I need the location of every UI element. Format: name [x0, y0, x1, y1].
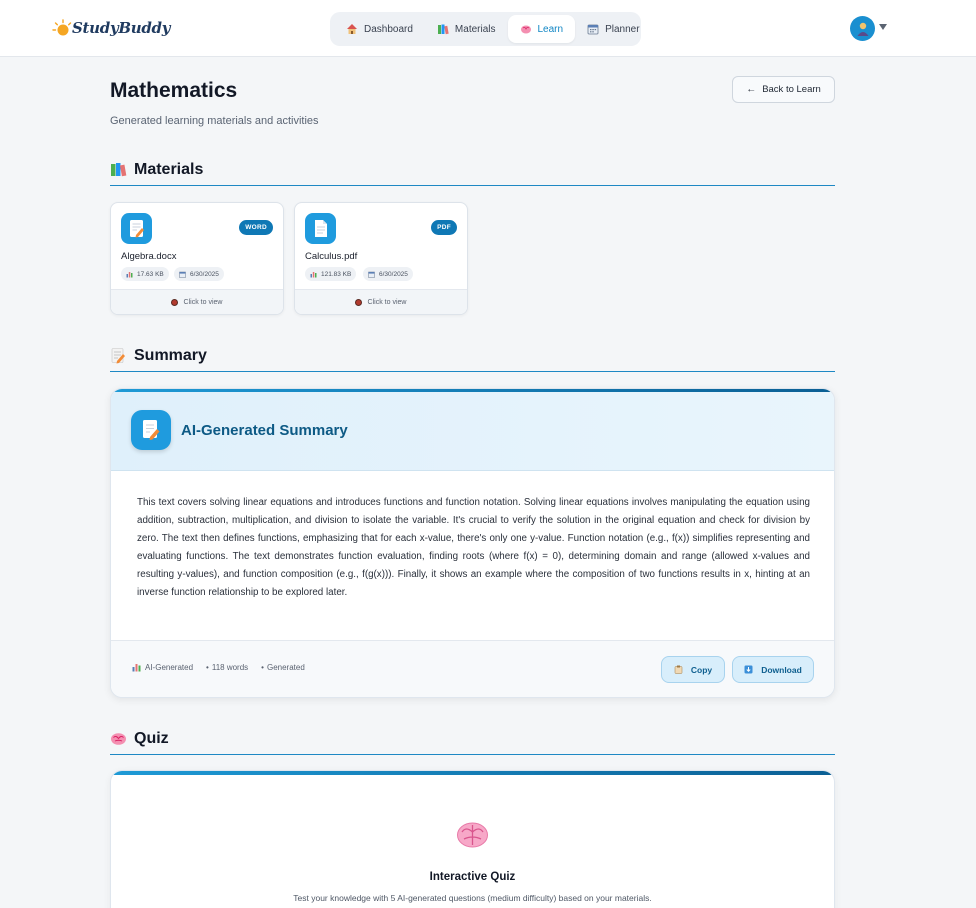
- bullet: •: [206, 663, 209, 672]
- brand-name: StudyBuddy: [72, 19, 171, 37]
- file-size: 17.63 KB: [137, 270, 164, 278]
- user-avatar[interactable]: [850, 16, 875, 41]
- memo-icon: [111, 348, 125, 364]
- nav-label: Planner: [605, 23, 640, 35]
- summary-card-footer: AI-Generated • 118 words • Generated Cop…: [111, 640, 834, 697]
- back-button-label: Back to Learn: [762, 84, 821, 95]
- document-icon: [305, 213, 336, 244]
- file-name: Algebra.docx: [121, 251, 177, 262]
- section-title: Materials: [134, 160, 204, 178]
- user-icon: [857, 22, 868, 36]
- material-card[interactable]: WORD Algebra.docx 17.63 KB 6/30/2025 Cli…: [110, 202, 284, 315]
- calendar-icon: [368, 271, 375, 278]
- quiz-description: Test your knowledge with 5 AI-generated …: [293, 893, 652, 903]
- nav-label: Dashboard: [364, 23, 413, 35]
- back-to-learn-button[interactable]: ← Back to Learn: [732, 76, 835, 103]
- nav-label: Materials: [454, 23, 496, 35]
- summary-text: This text covers solving linear equation…: [137, 497, 810, 598]
- brain-icon: [111, 733, 126, 745]
- chevron-down-icon[interactable]: [879, 24, 887, 30]
- studybuddy-logo[interactable]: StudyBuddy: [50, 14, 170, 42]
- bar-chart-icon: [132, 664, 141, 672]
- quiz-card: Interactive Quiz Test your knowledge wit…: [110, 770, 835, 908]
- main-nav: Dashboard Materials Learn Planner: [330, 12, 641, 46]
- file-size: 121.83 KB: [321, 270, 352, 278]
- quiz-section-header: Quiz: [110, 723, 835, 755]
- memo-icon: [131, 410, 171, 450]
- click-to-view-label: Click to view: [183, 298, 223, 306]
- summary-section-header: Summary: [110, 340, 835, 372]
- copy-label: Copy: [690, 664, 713, 675]
- section-title: Summary: [134, 346, 207, 364]
- download-label: Download: [761, 664, 802, 675]
- nav-item-learn[interactable]: Learn: [507, 15, 576, 43]
- stat-source: AI-Generated: [145, 663, 194, 672]
- download-icon: [744, 665, 753, 674]
- download-button[interactable]: Download: [732, 656, 814, 683]
- nav-label: Learn: [537, 23, 564, 35]
- card-footer[interactable]: Click to view: [111, 289, 283, 314]
- nav-item-dashboard[interactable]: Dashboard: [334, 15, 425, 43]
- file-date: 6/30/2025: [379, 270, 408, 278]
- calendar-icon: [587, 24, 599, 35]
- house-icon: [347, 24, 357, 34]
- sun-logo-icon: [52, 19, 72, 36]
- stat-words: 118 words: [211, 663, 249, 672]
- view-dot-icon: [171, 299, 177, 305]
- file-date-chip: 6/30/2025: [174, 267, 224, 281]
- file-type-badge: WORD: [239, 220, 273, 235]
- materials-section-header: Materials: [110, 154, 835, 186]
- stat-status: Generated: [266, 663, 305, 672]
- file-date: 6/30/2025: [190, 270, 219, 278]
- click-to-view-label: Click to view: [367, 298, 407, 306]
- books-icon: [111, 163, 127, 177]
- nav-item-planner[interactable]: Planner: [575, 15, 651, 43]
- file-type-badge: PDF: [431, 220, 457, 235]
- summary-card: AI-Generated Summary This text covers so…: [110, 388, 835, 698]
- card-footer[interactable]: Click to view: [295, 289, 467, 314]
- summary-stats: AI-Generated • 118 words • Generated: [132, 663, 318, 672]
- view-dot-icon: [355, 299, 361, 305]
- file-name: Calculus.pdf: [305, 251, 358, 262]
- arrow-left-icon: ←: [746, 84, 757, 95]
- page-subtitle: Generated learning materials and activit…: [110, 115, 319, 127]
- top-bar: StudyBuddy Dashboard Materials Learn Pla…: [0, 0, 976, 57]
- file-size-chip: 121.83 KB: [305, 267, 357, 281]
- copy-button[interactable]: Copy: [661, 656, 725, 683]
- brain-icon: [457, 822, 488, 848]
- section-title: Quiz: [134, 729, 169, 747]
- file-date-chip: 6/30/2025: [363, 267, 413, 281]
- bullet: •: [261, 663, 264, 672]
- material-card[interactable]: PDF Calculus.pdf 121.83 KB 6/30/2025 Cli…: [294, 202, 468, 315]
- clipboard-icon: [674, 665, 683, 674]
- brain-icon: [520, 25, 531, 34]
- nav-item-materials[interactable]: Materials: [425, 15, 508, 43]
- document-edit-icon: [121, 213, 152, 244]
- card-accent-line: [111, 771, 834, 775]
- bar-chart-icon: [126, 271, 133, 277]
- summary-card-header: AI-Generated Summary: [111, 392, 834, 471]
- books-icon: [437, 24, 449, 35]
- page-title: Mathematics: [110, 79, 238, 102]
- quiz-title: Interactive Quiz: [429, 871, 516, 883]
- calendar-icon: [179, 271, 186, 278]
- bar-chart-icon: [310, 271, 317, 277]
- file-size-chip: 17.63 KB: [121, 267, 169, 281]
- summary-card-title: AI-Generated Summary: [181, 422, 348, 439]
